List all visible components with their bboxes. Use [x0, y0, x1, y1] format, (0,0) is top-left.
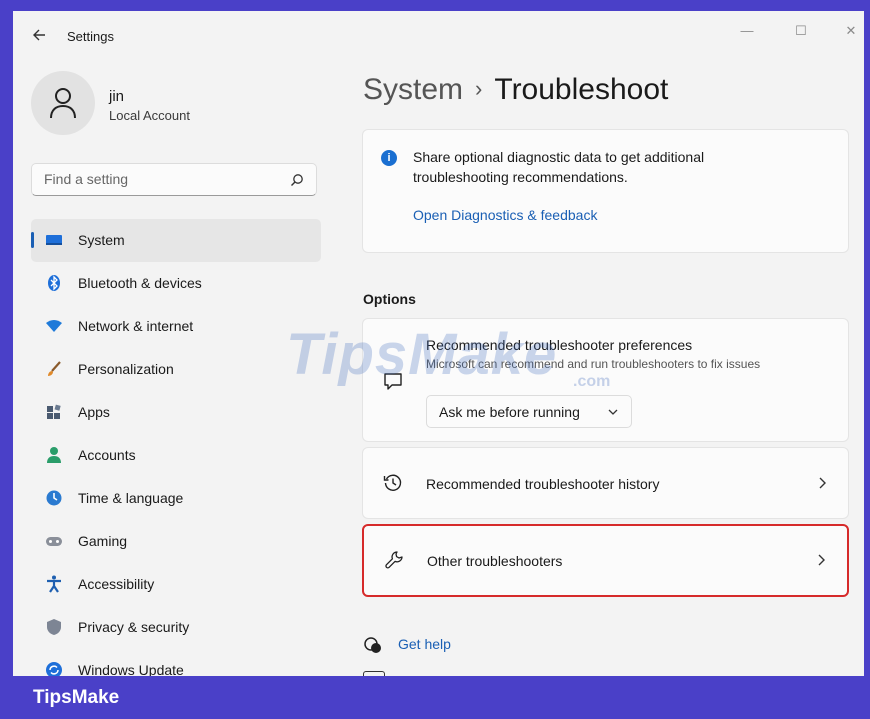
- brush-icon: [45, 360, 63, 378]
- sidebar-nav: System Bluetooth & devices Network & int…: [31, 219, 321, 676]
- brand-logo: TipsMake: [33, 687, 120, 708]
- sidebar-item-label: Time & language: [78, 490, 184, 506]
- avatar[interactable]: [31, 71, 95, 135]
- chevron-right-icon: [815, 553, 827, 572]
- sidebar-item-network[interactable]: Network & internet: [31, 305, 321, 348]
- other-troubleshooters-row[interactable]: Other troubleshooters: [362, 524, 849, 597]
- person-icon: [50, 88, 76, 119]
- chevron-down-icon: [607, 405, 619, 423]
- info-icon: i: [381, 150, 397, 166]
- dropdown-value: Ask me before running: [439, 404, 580, 420]
- breadcrumb-parent[interactable]: System: [363, 73, 463, 106]
- brand-footer: [0, 676, 870, 719]
- sidebar-item-label: System: [78, 232, 125, 248]
- sidebar-item-label: Bluetooth & devices: [78, 275, 202, 291]
- sidebar-item-accounts[interactable]: Accounts: [31, 434, 321, 477]
- sidebar-item-gaming[interactable]: Gaming: [31, 520, 321, 563]
- troubleshooter-history-row[interactable]: Recommended troubleshooter history: [362, 447, 849, 519]
- wrench-icon: [384, 550, 404, 575]
- search-box[interactable]: [31, 163, 317, 196]
- sidebar-item-windows-update[interactable]: Windows Update: [31, 649, 321, 676]
- title-bar: Settings — ☐ ✕: [13, 11, 864, 61]
- page-frame: Settings — ☐ ✕ jin Local Account System: [0, 0, 870, 719]
- sidebar-item-label: Accounts: [78, 447, 136, 463]
- account-type: Local Account: [109, 108, 190, 123]
- history-icon: [383, 473, 403, 498]
- preferences-title: Recommended troubleshooter preferences: [426, 337, 693, 353]
- selection-indicator: [31, 232, 34, 248]
- run-preference-dropdown[interactable]: Ask me before running: [426, 395, 632, 428]
- diagnostics-feedback-link[interactable]: Open Diagnostics & feedback: [413, 207, 597, 223]
- search-input[interactable]: [42, 170, 286, 188]
- history-label: Recommended troubleshooter history: [426, 476, 660, 492]
- settings-window: Settings — ☐ ✕ jin Local Account System: [13, 11, 864, 676]
- search-icon[interactable]: [290, 173, 304, 192]
- sidebar-item-label: Gaming: [78, 533, 128, 549]
- sidebar-item-privacy[interactable]: Privacy & security: [31, 606, 321, 649]
- options-heading: Options: [363, 291, 416, 307]
- preferences-subtitle: Microsoft can recommend and run troubles…: [426, 357, 761, 371]
- sidebar-item-label: Accessibility: [78, 576, 155, 592]
- breadcrumb: System › Troubleshoot: [363, 73, 668, 107]
- sidebar-item-apps[interactable]: Apps: [31, 391, 321, 434]
- maximize-button[interactable]: ☐: [789, 19, 813, 43]
- minimize-button[interactable]: —: [735, 19, 759, 43]
- globe-clock-icon: [45, 489, 63, 507]
- gamepad-icon: [45, 532, 63, 550]
- page-title: Troubleshoot: [494, 73, 669, 106]
- sidebar-item-system[interactable]: System: [31, 219, 321, 262]
- breadcrumb-separator: ›: [475, 76, 483, 101]
- update-icon: [45, 661, 63, 676]
- monitor-icon: [45, 231, 63, 249]
- accessibility-icon: [45, 575, 63, 593]
- sidebar-item-label: Privacy & security: [78, 619, 190, 635]
- sidebar-item-label: Windows Update: [78, 662, 184, 676]
- shield-icon: [45, 618, 63, 636]
- get-help-link[interactable]: Get help: [398, 636, 451, 652]
- sidebar-item-bluetooth[interactable]: Bluetooth & devices: [31, 262, 321, 305]
- help-icon: [363, 636, 383, 659]
- sidebar-item-label: Personalization: [78, 361, 174, 377]
- sidebar-item-label: Network & internet: [78, 318, 194, 334]
- user-name: jin: [109, 88, 125, 105]
- sidebar-item-personalization[interactable]: Personalization: [31, 348, 321, 391]
- other-troubleshooters-label: Other troubleshooters: [427, 553, 563, 569]
- info-text: Share optional diagnostic data to get ad…: [413, 149, 705, 185]
- close-button[interactable]: ✕: [839, 19, 863, 43]
- person-icon: [45, 446, 63, 464]
- diagnostic-info-card: i Share optional diagnostic data to get …: [362, 129, 849, 253]
- back-arrow-icon[interactable]: [31, 27, 47, 43]
- app-title: Settings: [67, 29, 114, 44]
- bluetooth-icon: [45, 274, 63, 292]
- sidebar-item-accessibility[interactable]: Accessibility: [31, 563, 321, 606]
- troubleshooter-preferences-card: Recommended troubleshooter preferences M…: [362, 318, 849, 442]
- wifi-icon: [45, 317, 63, 335]
- chevron-right-icon: [816, 476, 828, 495]
- sidebar-item-time-language[interactable]: Time & language: [31, 477, 321, 520]
- sidebar-item-label: Apps: [78, 404, 110, 420]
- apps-icon: [45, 403, 63, 421]
- chat-bubble-icon: [383, 371, 403, 396]
